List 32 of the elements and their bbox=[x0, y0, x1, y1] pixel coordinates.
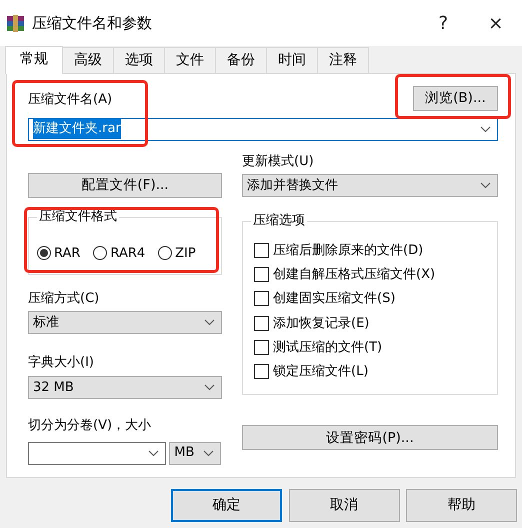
checkbox-option[interactable]: 锁定压缩文件(L) bbox=[254, 360, 497, 384]
update-mode-dropdown[interactable]: 添加并替换文件 bbox=[242, 174, 498, 198]
field-label: 字典大小(I) bbox=[28, 355, 94, 372]
field-label: 切分为分卷(V)，大小 bbox=[28, 418, 152, 434]
window-title: 压缩文件名和参数 bbox=[32, 12, 152, 34]
checkbox-option[interactable]: 压缩后删除原来的文件(D) bbox=[254, 238, 497, 263]
profiles-button[interactable]: 配置文件(F)... bbox=[28, 172, 222, 198]
checkbox-option[interactable]: 创建自解压格式压缩文件(X) bbox=[254, 262, 497, 287]
tab[interactable]: 注释 bbox=[317, 47, 369, 73]
app-icon bbox=[7, 14, 24, 32]
radio-option[interactable]: ZIP bbox=[158, 244, 196, 263]
password-button[interactable]: 设置密码(P)... bbox=[242, 425, 498, 450]
dialog-button[interactable]: 帮助 bbox=[406, 489, 517, 522]
field-label: 压缩方式(C) bbox=[28, 290, 100, 306]
unit-dropdown[interactable]: MB bbox=[169, 442, 222, 464]
dialog-button[interactable]: 取消 bbox=[288, 489, 400, 522]
radio-option[interactable]: RAR4 bbox=[93, 244, 146, 263]
field-label: 更新模式(U) bbox=[242, 154, 314, 170]
archive-name-field[interactable]: 新建文件夹.rar bbox=[28, 118, 498, 140]
radio-option[interactable]: RAR bbox=[37, 244, 80, 263]
dictionary-dropdown[interactable]: 32 MB bbox=[28, 376, 222, 399]
method-dropdown[interactable]: 标准 bbox=[28, 311, 222, 334]
browse-button[interactable]: 浏览(B)... bbox=[413, 86, 498, 111]
field-label: 压缩文件名(A) bbox=[28, 92, 112, 108]
tab[interactable]: 常规 bbox=[5, 46, 63, 74]
checkbox-option[interactable]: 添加恢复记录(E) bbox=[254, 311, 497, 336]
dialog-button[interactable]: 确定 bbox=[171, 489, 282, 522]
help-button[interactable]: ? bbox=[420, 0, 466, 46]
volume-size-field[interactable] bbox=[28, 442, 166, 464]
close-button[interactable]: × bbox=[472, 0, 519, 46]
checkbox-option[interactable]: 创建固实压缩文件(S) bbox=[254, 286, 497, 312]
checkbox-option[interactable]: 测试压缩的文件(T) bbox=[254, 335, 497, 360]
